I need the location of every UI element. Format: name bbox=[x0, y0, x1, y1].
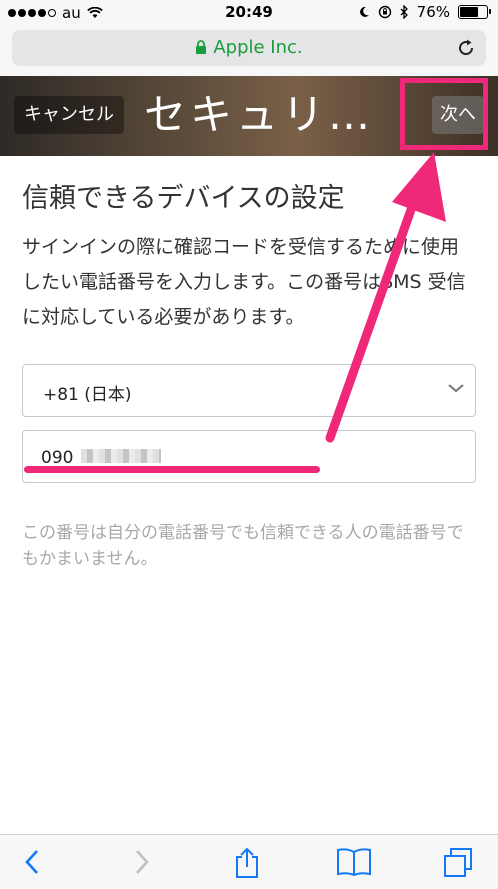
site-name: Apple Inc. bbox=[213, 37, 303, 58]
lock-icon bbox=[196, 40, 207, 54]
next-button-highlight bbox=[400, 78, 488, 150]
battery-icon bbox=[458, 5, 491, 19]
reload-icon[interactable] bbox=[456, 38, 476, 58]
rotation-lock-icon bbox=[378, 5, 391, 19]
header-title: セキュリ… bbox=[144, 90, 375, 139]
note-text: この番号は自分の電話番号でも信頼できる人の電話番号でもかまいません。 bbox=[22, 523, 464, 569]
phone-number-input[interactable]: 090 bbox=[22, 430, 476, 483]
phone-underline-annotation bbox=[24, 466, 320, 473]
address-bar[interactable]: Apple Inc. bbox=[12, 30, 486, 66]
country-code-select[interactable]: +81 (日本) bbox=[22, 364, 476, 417]
bluetooth-icon bbox=[400, 5, 408, 19]
description-text: サインインの際に確認コードを受信するために使用したい電話番号を入力します。この番… bbox=[22, 236, 466, 328]
page-title: 信頼できるデバイスの設定 bbox=[22, 183, 345, 214]
cancel-button[interactable]: キャンセル bbox=[14, 96, 124, 134]
phone-number-value: 090 bbox=[41, 448, 74, 468]
chevron-down-icon bbox=[448, 384, 464, 393]
address-label: Apple Inc. bbox=[12, 37, 486, 58]
chevron-left-icon[interactable] bbox=[22, 847, 42, 877]
chevron-right-icon[interactable] bbox=[132, 847, 152, 877]
status-bar: au 20:49 76% bbox=[0, 0, 498, 26]
battery-percent: 76% bbox=[416, 3, 450, 21]
share-icon[interactable] bbox=[232, 847, 262, 879]
country-code-value: +81 (日本) bbox=[43, 385, 132, 405]
redacted-mosaic bbox=[81, 449, 161, 463]
tabs-icon[interactable] bbox=[442, 847, 474, 879]
status-right: 76% bbox=[358, 3, 491, 21]
browser-address-area: Apple Inc. bbox=[0, 26, 498, 76]
moon-icon bbox=[359, 6, 369, 17]
browser-toolbar bbox=[0, 834, 498, 889]
book-icon[interactable] bbox=[336, 847, 372, 877]
